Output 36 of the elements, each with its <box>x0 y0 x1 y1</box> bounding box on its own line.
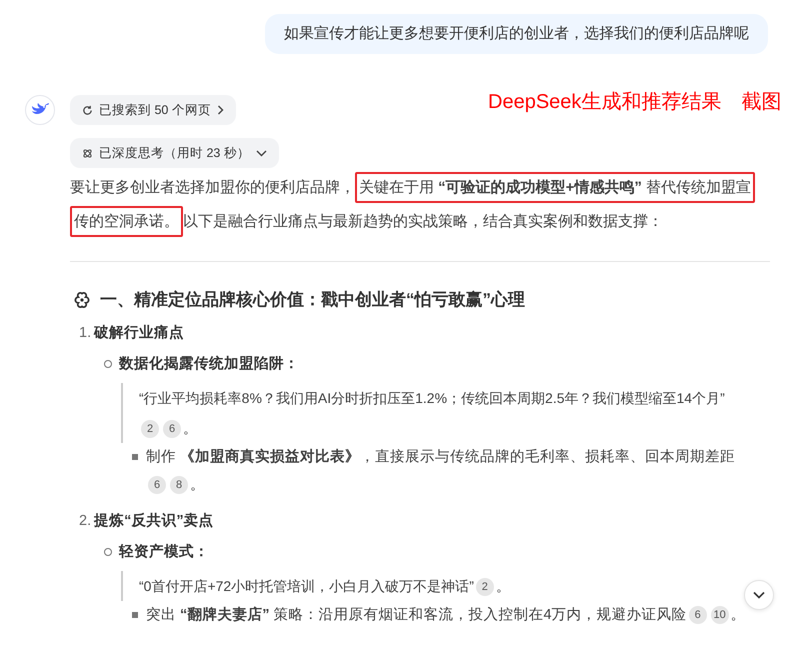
sub-item-title: 轻资产模式： <box>119 542 209 561</box>
chevron-down-icon <box>753 591 765 599</box>
list-number: 2. <box>79 513 92 529</box>
user-message: 如果宣传才能让更多想要开便利店的创业者，选择我们的便利店品牌呢 <box>265 14 768 54</box>
citation-badge[interactable]: 6 <box>148 476 166 494</box>
citation-badge[interactable]: 6 <box>163 420 181 438</box>
list-number: 1. <box>79 325 92 341</box>
list-item-title: 破解行业痛点 <box>94 324 184 342</box>
citation-badge[interactable]: 6 <box>688 606 707 624</box>
thinking-chip[interactable]: 已深度思考（用时 23 秒） <box>70 138 279 168</box>
refresh-icon <box>82 104 93 116</box>
answer-paragraph: 要让更多创业者选择加盟你的便利店品牌， 关键在于用 “可验证的成功模型+情感共鸣” 替代传统加盟宣传的空洞承诺。 以下是融合行业痛点与最新趋势的实战策略，结合真实案例和数据支撑： <box>70 171 758 239</box>
scroll-down-button[interactable] <box>744 580 774 610</box>
atom-icon <box>82 148 93 158</box>
section-heading: 一、精准定位品牌核心价值：戳中创业者“怕亏敢赢”心理 <box>100 289 525 311</box>
bullet-text: 突出 “翻牌夫妻店” 策略：沿用原有烟证和客流，投入控制在4万内，规避办证风险 6 10 。 <box>146 605 747 626</box>
annotation-text: 截图 <box>741 90 782 115</box>
quote-block: “行业平均损耗率8%？我们用AI分时折扣压至1.2%；传统回本周期2.5年？我们模型缩至14个月” 2 6 。 <box>121 383 745 443</box>
citation-badge[interactable]: 8 <box>170 476 188 494</box>
flower-icon <box>73 290 91 308</box>
search-results-chip[interactable]: 已搜索到 50 个网页 <box>70 95 236 125</box>
whale-logo-icon <box>25 95 55 125</box>
quote-block: “0首付开店+72小时托管培训，小白月入破万不是神话” 2 。 <box>121 571 745 601</box>
bullet-square-icon <box>132 454 138 460</box>
bullet-text: 制作 《加盟商真实损益对比表》，直接展示与传统品牌的毛利率、损耗率、回本周期差距 6 8 。 <box>146 448 736 496</box>
bullet-square-icon <box>132 612 138 618</box>
citation-badge[interactable]: 2 <box>141 420 159 438</box>
sub-item-title: 数据化揭露传统加盟陷阱： <box>119 354 299 373</box>
citation-badge[interactable]: 10 <box>710 606 729 624</box>
chevron-down-icon <box>256 148 267 158</box>
bullet-circle-icon <box>104 548 112 556</box>
citation-badge[interactable]: 2 <box>476 578 494 596</box>
bullet-circle-icon <box>104 360 112 368</box>
annotation-text: DeepSeek生成和推荐结果 <box>488 90 722 115</box>
list-item-title: 提炼“反共识”卖点 <box>94 512 214 530</box>
chevron-right-icon <box>216 105 224 115</box>
